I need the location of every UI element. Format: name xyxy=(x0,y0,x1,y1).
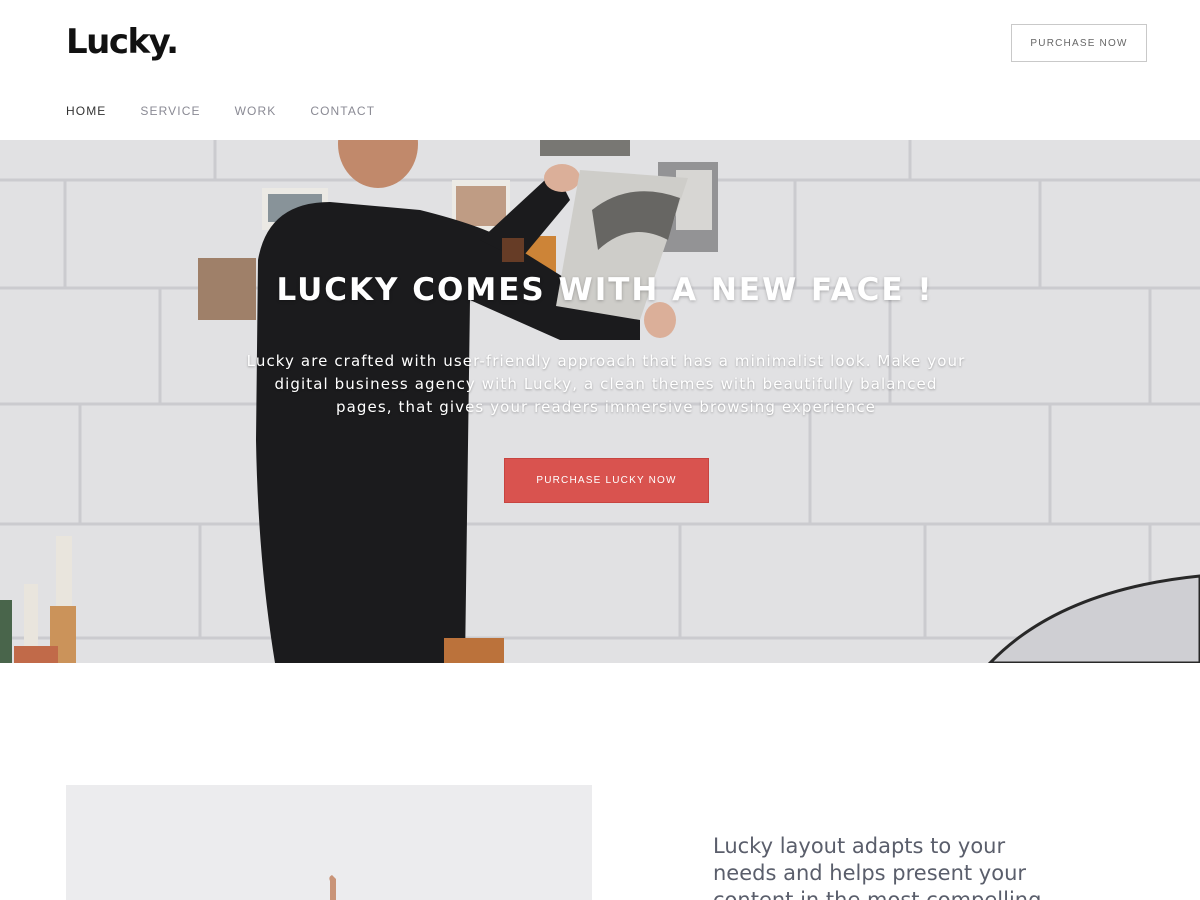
hero-description: Lucky are crafted with user-friendly app… xyxy=(246,352,966,416)
feature-photo xyxy=(66,785,592,900)
feature-heading: Lucky layout adapts to your needs and he… xyxy=(713,834,1042,900)
logo[interactable]: Lucky. xyxy=(66,22,179,62)
feature-image xyxy=(66,785,592,900)
nav-item-work[interactable]: WORK xyxy=(235,104,277,118)
hero-section: LUCKY COMES WITH A NEW FACE ! Lucky are … xyxy=(0,140,1200,663)
nav-item-home[interactable]: HOME xyxy=(66,104,106,118)
site-header: Lucky. PURCHASE NOW HOME SERVICE WORK CO… xyxy=(0,0,1200,140)
main-nav: HOME SERVICE WORK CONTACT xyxy=(66,104,409,118)
nav-item-service[interactable]: SERVICE xyxy=(140,104,200,118)
hero-title: LUCKY COMES WITH A NEW FACE ! xyxy=(276,272,934,308)
nav-item-contact[interactable]: CONTACT xyxy=(310,104,375,118)
purchase-lucky-now-button[interactable]: PURCHASE LUCKY NOW xyxy=(504,458,709,503)
purchase-now-button[interactable]: PURCHASE NOW xyxy=(1011,24,1147,62)
